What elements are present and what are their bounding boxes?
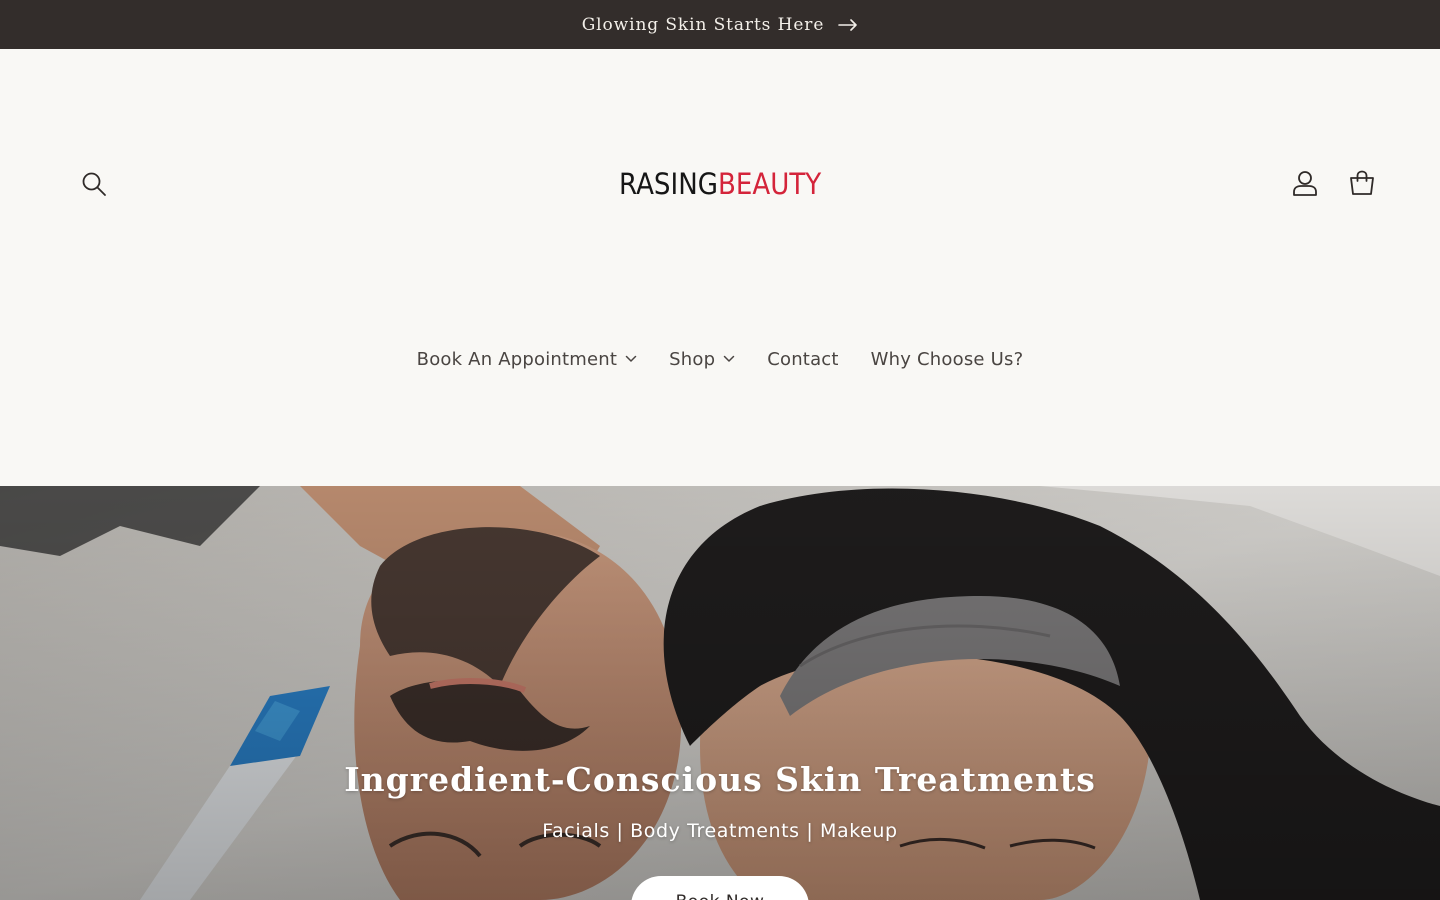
account-button[interactable] xyxy=(1283,161,1327,205)
nav-item-book-an-appointment[interactable]: Book An Appointment xyxy=(401,349,653,370)
cart-icon xyxy=(1350,170,1374,195)
nav-item-contact[interactable]: Contact xyxy=(751,349,854,370)
nav-item-label: Shop xyxy=(669,348,716,370)
account-icon xyxy=(1293,171,1317,196)
arrow-right-icon xyxy=(838,18,858,31)
hero-banner: Ingredient-Conscious Skin Treatments Fac… xyxy=(0,486,1440,900)
search-icon xyxy=(82,172,106,196)
chevron-down-icon xyxy=(723,355,735,362)
search-button[interactable] xyxy=(72,162,116,206)
nav-item-why-choose-us[interactable]: Why Choose Us? xyxy=(855,349,1040,370)
nav-item-label: Book An Appointment xyxy=(416,348,618,370)
hero-subtitle: Facials | Body Treatments | Makeup xyxy=(542,820,898,842)
announcement-bar: Glowing Skin Starts Here xyxy=(0,0,1440,49)
hero-title: Ingredient-Conscious Skin Treatments xyxy=(344,760,1096,799)
nav-item-label: Why Choose Us? xyxy=(870,348,1024,370)
nav-item-label: Contact xyxy=(767,348,839,370)
logo-text-dark: RASING xyxy=(618,167,718,201)
brand-logo[interactable]: RASING BEAUTY xyxy=(600,163,840,205)
chevron-down-icon xyxy=(625,355,637,362)
announcement-link[interactable]: Glowing Skin Starts Here xyxy=(582,15,859,35)
main-navigation: Book An Appointment Shop Contact Why Cho… xyxy=(0,337,1440,381)
announcement-text: Glowing Skin Starts Here xyxy=(581,14,825,35)
logo-text-red: BEAUTY xyxy=(717,167,821,201)
book-now-button[interactable]: Book Now xyxy=(631,876,809,900)
site-header: RASING BEAUTY Book An Appointment Shop Co… xyxy=(0,49,1440,486)
cart-button[interactable] xyxy=(1340,161,1384,205)
nav-item-shop[interactable]: Shop xyxy=(653,349,751,370)
